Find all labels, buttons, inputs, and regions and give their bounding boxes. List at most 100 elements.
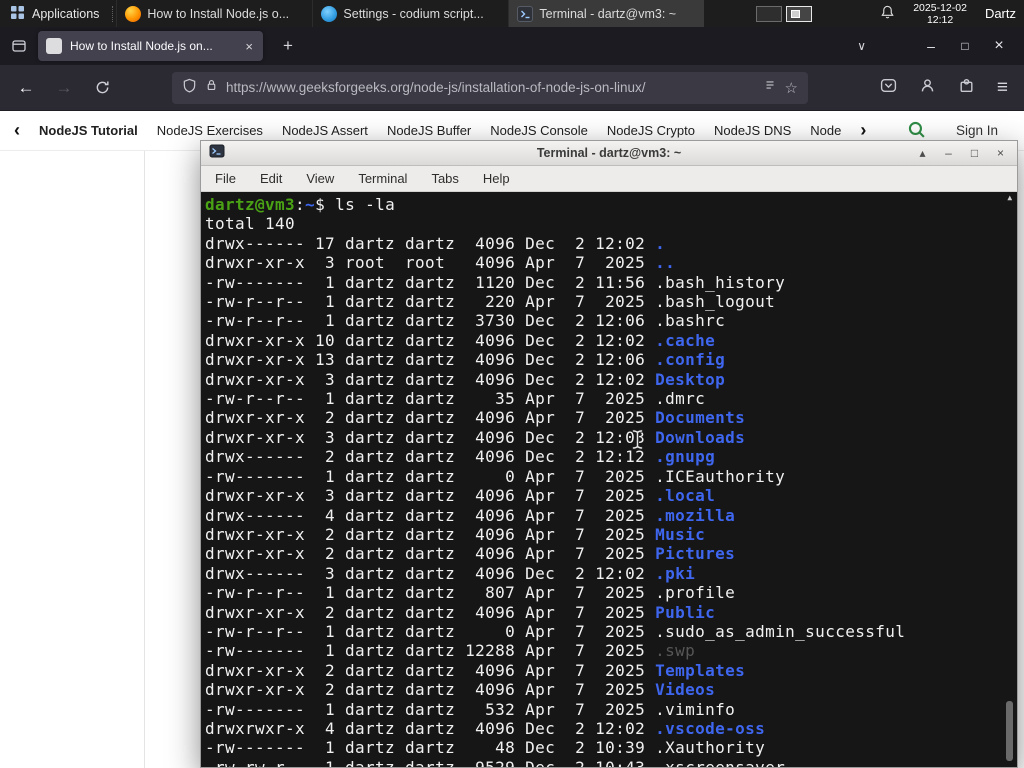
browser-tab[interactable]: How to Install Node.js on... × (38, 31, 263, 61)
panel-separator (112, 5, 114, 22)
sign-in-button[interactable]: Sign In (956, 123, 998, 138)
window-minimize-button[interactable]: – (914, 38, 948, 54)
taskbar-button-terminal[interactable]: Terminal - dartz@vm3: ~ (508, 0, 705, 27)
terminal-scrollbar[interactable]: ▲ (1004, 193, 1016, 766)
panel-right-area: 2025-12-02 12:12 Dartz (756, 2, 1024, 26)
terminal-line: -rw------- 1 dartz dartz 532 Apr 7 2025 … (205, 700, 1001, 719)
file-attributes: drwxr-xr-x 2 dartz dartz 4096 Apr 7 2025 (205, 524, 656, 544)
site-nav-scroll-left[interactable]: ‹ (14, 120, 20, 141)
site-nav-item[interactable]: NodeJS Exercises (157, 123, 263, 138)
terminal-line: -rw-r--r-- 1 dartz dartz 220 Apr 7 2025 … (205, 292, 1001, 311)
site-nav-item[interactable]: NodeJS Assert (282, 123, 368, 138)
tab-title: How to Install Node.js on... (70, 39, 213, 53)
workspace-2[interactable] (786, 5, 813, 22)
terminal-line: drwx------ 3 dartz dartz 4096 Dec 2 12:0… (205, 564, 1001, 583)
terminal-line: drwxr-xr-x 2 dartz dartz 4096 Apr 7 2025… (205, 603, 1001, 622)
file-attributes: drwxr-xr-x 2 dartz dartz 4096 Apr 7 2025 (205, 544, 656, 564)
window-close-button[interactable]: × (982, 37, 1016, 55)
tab-favicon (46, 38, 62, 54)
scrollbar-thumb[interactable] (1006, 701, 1013, 761)
file-name: .xscreensaver (655, 758, 785, 767)
directory-listing: drwx------ 17 dartz dartz 4096 Dec 2 12:… (205, 234, 1001, 767)
file-name: Pictures (655, 544, 736, 564)
terminal-line: -rw------- 1 dartz dartz 0 Apr 7 2025 .I… (205, 467, 1001, 486)
shade-button[interactable]: ▴ (914, 142, 931, 165)
list-all-tabs-button[interactable]: ∨ (857, 39, 866, 53)
file-attributes: -rw-rw-r-- 1 dartz dartz 9529 Dec 2 10:4… (205, 758, 655, 767)
file-name: Music (655, 524, 706, 544)
forward-button[interactable]: → (50, 74, 78, 102)
tracking-protection-shield-icon[interactable] (182, 78, 197, 98)
account-icon[interactable] (919, 77, 936, 99)
url-bar[interactable]: ☆ (172, 71, 808, 104)
menu-file[interactable]: File (215, 171, 236, 186)
firefox-view-icon[interactable] (8, 35, 30, 57)
file-name: .profile (655, 583, 736, 603)
site-nav-item[interactable]: Node (810, 123, 841, 138)
file-attributes: drwxr-xr-x 3 dartz dartz 4096 Apr 7 2025 (205, 486, 656, 506)
close-button[interactable]: × (992, 142, 1009, 165)
file-attributes: -rw-r--r-- 1 dartz dartz 220 Apr 7 2025 (205, 292, 656, 312)
terminal-line: drwx------ 4 dartz dartz 4096 Apr 7 2025… (205, 506, 1001, 525)
search-icon[interactable] (907, 120, 926, 142)
terminal-prompt-line: dartz@vm3:~$ ls -la (205, 195, 1001, 214)
maximize-button[interactable]: □ (966, 142, 983, 165)
new-tab-button[interactable]: + (275, 36, 301, 56)
file-name: .mozilla (655, 505, 736, 525)
menu-view[interactable]: View (306, 171, 334, 186)
pocket-icon[interactable] (880, 77, 897, 99)
bookmark-star-icon[interactable]: ☆ (785, 79, 798, 97)
site-nav-scroll-right[interactable]: › (860, 120, 866, 141)
logged-in-user: Dartz (984, 6, 1016, 21)
taskbar-button-firefox[interactable]: How to Install Node.js o... (116, 0, 312, 27)
menu-help[interactable]: Help (483, 171, 510, 186)
menu-edit[interactable]: Edit (260, 171, 282, 186)
file-attributes: -rw-r--r-- 1 dartz dartz 35 Apr 7 2025 (205, 389, 656, 409)
terminal-line: -rw-r--r-- 1 dartz dartz 3730 Dec 2 12:0… (205, 311, 1001, 330)
toolbar-actions: ≡ (880, 77, 1012, 99)
file-attributes: drwx------ 2 dartz dartz 4096 Dec 2 12:1… (205, 447, 656, 467)
workspace-1[interactable] (756, 5, 783, 22)
applications-menu-button[interactable]: Applications (0, 0, 109, 27)
terminal-icon (517, 5, 534, 22)
file-name: Public (655, 602, 716, 622)
file-name: Templates (655, 660, 746, 680)
terminal-line: drwxr-xr-x 3 dartz dartz 4096 Dec 2 12:0… (205, 370, 1001, 389)
minimize-button[interactable]: – (940, 142, 957, 165)
workspace-switcher[interactable] (756, 5, 813, 22)
window-maximize-button[interactable]: □ (948, 39, 982, 53)
file-attributes: -rw------- 1 dartz dartz 532 Apr 7 2025 (205, 699, 656, 719)
site-nav-item[interactable]: NodeJS Tutorial (39, 123, 138, 138)
file-name: .gnupg (655, 447, 716, 467)
file-attributes: drwx------ 3 dartz dartz 4096 Dec 2 12:0… (205, 563, 656, 583)
menu-button[interactable]: ≡ (997, 77, 1008, 99)
menu-terminal[interactable]: Terminal (358, 171, 407, 186)
taskbar-button-codium[interactable]: Settings - codium script... (312, 0, 508, 27)
file-attributes: drwxr-xr-x 2 dartz dartz 4096 Apr 7 2025 (205, 408, 656, 428)
scroll-up-arrow[interactable]: ▲ (1007, 193, 1012, 203)
site-nav-item[interactable]: NodeJS DNS (714, 123, 791, 138)
terminal-line: -rw-r--r-- 1 dartz dartz 0 Apr 7 2025 .s… (205, 622, 1001, 641)
site-nav-item[interactable]: NodeJS Crypto (607, 123, 695, 138)
site-nav-item[interactable]: NodeJS Console (490, 123, 588, 138)
notification-bell-icon[interactable] (880, 4, 895, 23)
reload-button[interactable] (88, 74, 116, 102)
file-name: .bash_history (655, 272, 786, 292)
terminal-window-buttons: ▴ – □ × (914, 142, 1009, 165)
terminal-line: drwx------ 17 dartz dartz 4096 Dec 2 12:… (205, 234, 1001, 253)
back-button[interactable]: ← (12, 74, 40, 102)
menu-tabs[interactable]: Tabs (431, 171, 458, 186)
site-nav-item[interactable]: NodeJS Buffer (387, 123, 471, 138)
terminal-titlebar[interactable]: Terminal - dartz@vm3: ~ ▴ – □ × (201, 141, 1017, 166)
reader-mode-icon[interactable] (763, 78, 777, 97)
terminal-output[interactable]: dartz@vm3:~$ ls -la total 140 drwx------… (201, 192, 1017, 767)
tab-close-button[interactable]: × (243, 39, 255, 54)
clock[interactable]: 2025-12-02 12:12 (913, 2, 967, 26)
taskbar-label: How to Install Node.js o... (147, 6, 290, 21)
extensions-icon[interactable] (958, 77, 975, 99)
file-name: Downloads (655, 427, 746, 447)
file-name: .swp (655, 641, 696, 661)
url-input[interactable] (226, 80, 755, 95)
lock-icon[interactable] (205, 78, 218, 97)
sidebar-divider (144, 151, 145, 768)
